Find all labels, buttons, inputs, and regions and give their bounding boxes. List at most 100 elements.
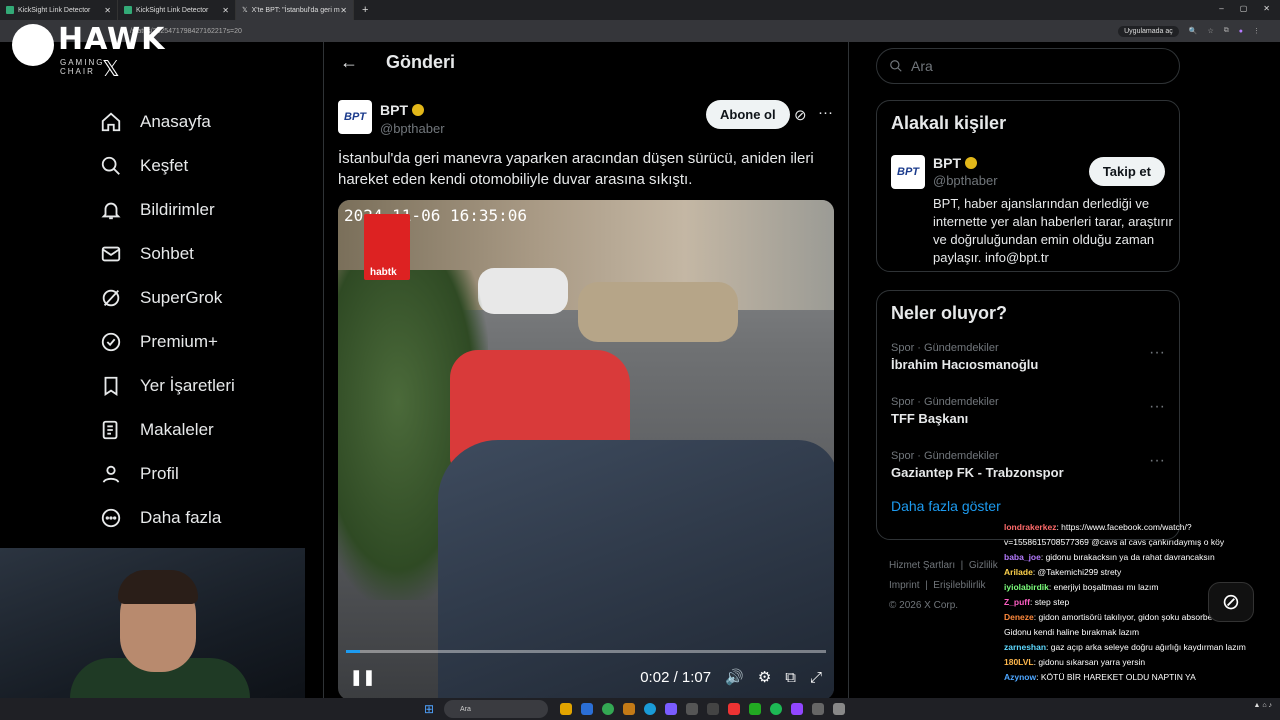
channel-logo: habtk	[364, 214, 410, 280]
nav-item-articles[interactable]: Makaleler	[100, 408, 235, 452]
trend-item[interactable]: Spor · Gündemdekiler Gaziantep FK - Trabz…	[877, 444, 1179, 498]
related-title: Alakalı kişiler	[891, 113, 1007, 133]
app-icon[interactable]	[665, 703, 677, 715]
more-options-icon[interactable]: ···	[1149, 452, 1165, 470]
search-placeholder: Ara	[911, 58, 933, 74]
app-icon[interactable]	[623, 703, 635, 715]
chat-message: zarneshan: gaz açıp arka seleye doğru ağ…	[1004, 640, 1266, 655]
more-options-icon[interactable]: ···	[818, 104, 833, 121]
chat-username[interactable]: Deneze	[1004, 612, 1034, 622]
minimize-icon[interactable]: –	[1219, 4, 1223, 13]
close-window-icon[interactable]: ✕	[1263, 4, 1270, 13]
footer-link[interactable]: Hizmet Şartları	[889, 560, 955, 571]
home-icon	[100, 111, 122, 133]
system-tray[interactable]: ▲ ⌂ ♪	[1253, 702, 1272, 709]
subscribe-button[interactable]: Abone ol	[706, 100, 790, 129]
nav-label: Bildirimler	[140, 200, 215, 219]
taskbar-search[interactable]: Ara	[444, 700, 548, 718]
related-avatar[interactable]: BPT	[891, 155, 925, 189]
post-header: ← Gönderi	[340, 52, 455, 73]
follow-button[interactable]: Takip et	[1088, 157, 1165, 186]
browser-tab-2[interactable]: KickSight Link Detector ✕	[118, 0, 236, 20]
close-tab-icon[interactable]: ✕	[340, 6, 347, 15]
chat-username[interactable]: Z_puff	[1004, 597, 1030, 607]
windows-start-icon[interactable]: ⊞	[424, 702, 434, 716]
app-icon[interactable]	[791, 703, 803, 715]
author-info: BPT @bpthaber	[380, 102, 445, 136]
webcam-overlay	[0, 548, 305, 720]
chat-username[interactable]: Arilade	[1004, 567, 1033, 577]
close-tab-icon[interactable]: ✕	[222, 6, 229, 15]
video-player[interactable]: 2024-11-06 16:35:06 habtk ❚❚ 0:02 / 1:07…	[338, 200, 834, 700]
nav-item-messages[interactable]: Sohbet	[100, 232, 235, 276]
open-in-app-button[interactable]: Uygulamada aç	[1118, 25, 1179, 37]
settings-icon[interactable]: ⚙	[758, 668, 771, 686]
spotify-icon[interactable]	[770, 703, 782, 715]
volume-icon[interactable]: 🔊	[725, 668, 744, 686]
chat-username[interactable]: iyiolabirdik	[1004, 582, 1049, 592]
new-tab-icon[interactable]: +	[362, 4, 368, 16]
nav-item-supergrok[interactable]: SuperGrok	[100, 276, 235, 320]
show-more-link[interactable]: Daha fazla göster	[891, 498, 1165, 514]
video-time: 0:02 / 1:07	[640, 668, 712, 686]
x-logo-icon[interactable]: 𝕏	[102, 56, 120, 82]
video-progress-bar[interactable]	[346, 650, 826, 653]
chat-username[interactable]: zarneshan	[1004, 642, 1046, 652]
trend-item[interactable]: Spor · Gündemdekiler İbrahim Hacıosmanoğl…	[877, 336, 1179, 390]
popout-icon[interactable]: ⧉	[785, 669, 796, 686]
kicksight-favicon-icon	[124, 6, 132, 14]
browser-menu-icon[interactable]: ⋮	[1253, 27, 1260, 35]
app-icon[interactable]	[749, 703, 761, 715]
grok-icon[interactable]: ⊘	[794, 106, 807, 124]
profile-avatar-icon[interactable]: ●	[1239, 28, 1243, 35]
maximize-icon[interactable]: ▢	[1240, 4, 1248, 13]
page-title: Gönderi	[386, 52, 456, 72]
bookmark-star-icon[interactable]: ☆	[1207, 27, 1213, 35]
tab-label: KickSight Link Detector	[136, 6, 209, 14]
more-options-icon[interactable]: ···	[1149, 344, 1165, 362]
extensions-icon[interactable]: ⧉	[1224, 27, 1229, 35]
nav-item-home[interactable]: Anasayfa	[100, 100, 235, 144]
chat-username[interactable]: baba_joe	[1004, 552, 1041, 562]
back-arrow-icon[interactable]: ←	[340, 52, 358, 73]
author-handle[interactable]: @bpthaber	[380, 121, 445, 136]
more-options-icon[interactable]: ···	[1149, 398, 1165, 416]
nav-item-profile[interactable]: Profil	[100, 452, 235, 496]
fullscreen-icon[interactable]: ⤢	[810, 669, 822, 686]
footer-link[interactable]: Erişilebilirlik	[933, 580, 985, 591]
app-icon[interactable]	[581, 703, 593, 715]
close-tab-icon[interactable]: ✕	[104, 6, 111, 15]
app-icon[interactable]	[707, 703, 719, 715]
column-divider	[323, 42, 324, 702]
chat-message: Arilade: @Takemichi299 strety	[1004, 565, 1266, 580]
app-icon[interactable]	[686, 703, 698, 715]
nav-item-premium[interactable]: Premium+	[100, 320, 235, 364]
trend-item[interactable]: Spor · Gündemdekiler TFF Başkanı ···	[877, 390, 1179, 444]
pause-icon[interactable]: ❚❚	[350, 668, 375, 686]
browser-tab-3[interactable]: 𝕏 X'te BPT: "İstanbul'da geri m ✕	[236, 0, 354, 20]
edge-icon[interactable]	[644, 703, 656, 715]
nav-item-notifications[interactable]: Bildirimler	[100, 188, 235, 232]
chat-username[interactable]: londrakerkez	[1004, 522, 1056, 532]
author-avatar[interactable]: BPT	[338, 100, 372, 134]
nav-item-bookmarks[interactable]: Yer İşaretleri	[100, 364, 235, 408]
nav-item-explore[interactable]: Keşfet	[100, 144, 235, 188]
grok-float-button[interactable]: ⊘	[1208, 582, 1254, 622]
footer-link[interactable]: Gizlilik	[969, 560, 998, 571]
chat-username[interactable]: Azynow	[1004, 672, 1036, 682]
related-handle[interactable]: @bpthaber	[933, 173, 998, 188]
app-icon[interactable]	[560, 703, 572, 715]
app-icon[interactable]	[833, 703, 845, 715]
app-icon[interactable]	[812, 703, 824, 715]
nav-item-more[interactable]: Daha fazla	[100, 496, 235, 540]
author-name[interactable]: BPT	[380, 102, 408, 118]
related-name[interactable]: BPT	[933, 155, 961, 171]
search-input[interactable]: Ara	[876, 48, 1180, 84]
zoom-icon[interactable]: 🔍	[1189, 27, 1198, 35]
chrome-icon[interactable]	[602, 703, 614, 715]
video-controls: ❚❚ 0:02 / 1:07 🔊 ⚙ ⧉ ⤢	[338, 662, 834, 692]
browser-tab-1[interactable]: KickSight Link Detector ✕	[0, 0, 118, 20]
footer-link[interactable]: Imprint	[889, 580, 920, 591]
chat-username[interactable]: 180LVL	[1004, 657, 1034, 667]
app-icon[interactable]	[728, 703, 740, 715]
